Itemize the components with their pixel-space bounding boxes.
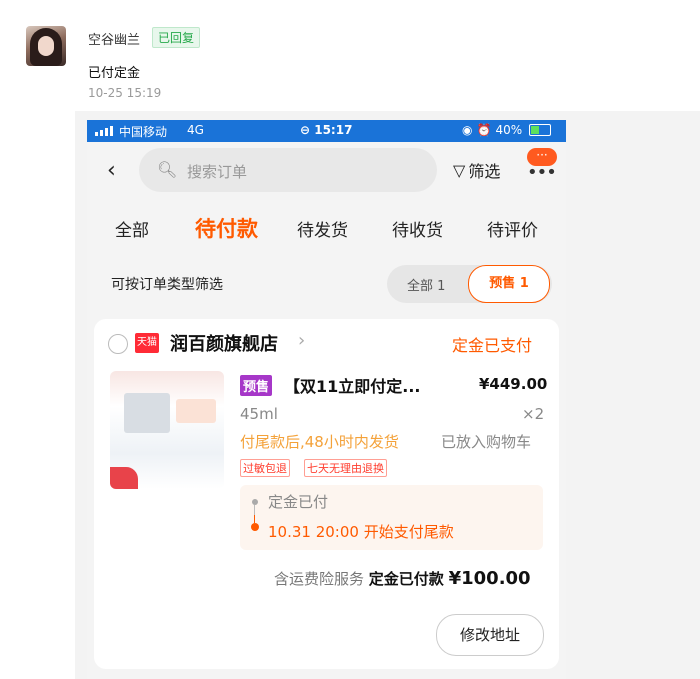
service-badge-allergy: 过敏包退 — [240, 459, 290, 477]
product-box-graphic — [124, 393, 170, 433]
carrier-name: 中国移动 — [119, 125, 168, 139]
product-price: ¥449.00 — [479, 375, 548, 393]
order-card[interactable]: 天猫 润百颜旗舰店 › 定金已支付 预售 【双11立即付定... ¥449.00… — [94, 319, 559, 669]
product-corner-graphic — [110, 467, 138, 489]
hotspot-icon: ⊖ — [300, 123, 315, 137]
product-promo-graphic — [176, 399, 216, 423]
tab-pending-payment[interactable]: 待付款 — [195, 213, 258, 243]
phone-screenshot: 中国移动 4G ⊖ 15:17 ◉ ⏰ 40% ‹ 🔍︎ 搜索订单 ▽ 筛选 ·… — [87, 120, 566, 679]
order-search-input[interactable]: 🔍︎ 搜索订单 — [139, 148, 437, 192]
step-connector-active — [254, 515, 255, 523]
tab-pending-shipment[interactable]: 待发货 — [297, 216, 348, 241]
sender-name: 空谷幽兰 — [88, 33, 141, 48]
more-menu-icon[interactable]: ••• — [527, 162, 557, 183]
product-name[interactable]: 【双11立即付定... — [284, 373, 421, 397]
tab-pending-review[interactable]: 待评价 — [487, 216, 538, 241]
step-final-payment: 10.31 20:00 开始支付尾款 — [268, 523, 454, 541]
battery-icon — [529, 124, 552, 136]
product-image[interactable] — [110, 371, 224, 489]
step-deposit-paid: 定金已付 — [268, 493, 329, 511]
order-select-radio[interactable] — [108, 334, 128, 354]
sender-avatar[interactable] — [26, 26, 66, 66]
network-type: 4G — [187, 123, 204, 137]
segment-presale[interactable]: 预售 1 — [468, 265, 550, 303]
summary-prefix: 含运费险服务 — [274, 570, 365, 588]
order-summary: 含运费险服务 定金已付款 ¥100.00 — [274, 568, 531, 589]
search-icon: 🔍︎ — [157, 160, 178, 179]
order-status: 定金已支付 — [452, 336, 533, 355]
filter-button[interactable]: ▽ 筛选 — [453, 158, 500, 182]
avatar-face — [38, 36, 54, 56]
chat-message: 已付定金 — [88, 66, 141, 81]
status-time-text: 15:17 — [314, 123, 353, 137]
tab-all[interactable]: 全部 — [115, 216, 149, 241]
order-tabs: 全部 待付款 待发货 待收货 待评价 — [87, 208, 566, 248]
summary-amount: ¥100.00 — [448, 568, 531, 589]
alarm-icon: ⏰ — [476, 123, 492, 137]
step-done-dot-icon — [252, 499, 258, 505]
search-header: ‹ 🔍︎ 搜索订单 ▽ 筛选 ··· ••• — [87, 142, 566, 202]
status-right: ◉ ⏰ 40% — [462, 123, 552, 137]
presale-tag: 预售 — [240, 375, 273, 396]
product-quantity: ×2 — [522, 405, 545, 423]
cart-note: 已放入购物车 — [441, 433, 532, 451]
step-current-dot-icon — [251, 523, 259, 531]
filter-label: 筛选 — [468, 162, 501, 181]
status-bar: 中国移动 4G ⊖ 15:17 ◉ ⏰ 40% — [87, 120, 566, 142]
chat-timestamp: 10-25 15:19 — [88, 86, 162, 100]
shipping-note: 付尾款后,48小时内发货 — [240, 433, 399, 451]
battery-percent: 40% — [495, 123, 523, 137]
modify-address-button[interactable]: 修改地址 — [436, 614, 544, 656]
tmall-logo-icon: 天猫 — [135, 333, 159, 353]
step-connector — [254, 505, 255, 515]
product-spec: 45ml — [240, 405, 278, 423]
back-chevron-icon[interactable]: ‹ — [107, 158, 116, 183]
search-placeholder: 搜索订单 — [187, 163, 248, 181]
type-segment: 全部 1 预售 1 — [387, 265, 552, 303]
tab-pending-receipt[interactable]: 待收货 — [392, 216, 443, 241]
reply-status-badge: 已回复 — [152, 27, 201, 48]
payment-steps: 定金已付 10.31 20:00 开始支付尾款 — [240, 485, 543, 550]
location-icon: ◉ — [462, 123, 473, 137]
order-type-filter: 可按订单类型筛选 全部 1 预售 1 — [87, 262, 566, 306]
type-filter-hint: 可按订单类型筛选 — [111, 277, 223, 293]
service-badge-return: 七天无理由退换 — [304, 459, 387, 477]
chevron-right-icon[interactable]: › — [298, 330, 305, 351]
shop-name[interactable]: 润百颜旗舰店 — [170, 330, 278, 356]
summary-paid-label: 定金已付款 — [368, 570, 444, 588]
status-time: ⊖ 15:17 — [300, 123, 352, 137]
signal-icon — [95, 126, 113, 136]
funnel-icon: ▽ — [453, 160, 466, 180]
segment-all[interactable]: 全部 1 — [407, 275, 445, 294]
